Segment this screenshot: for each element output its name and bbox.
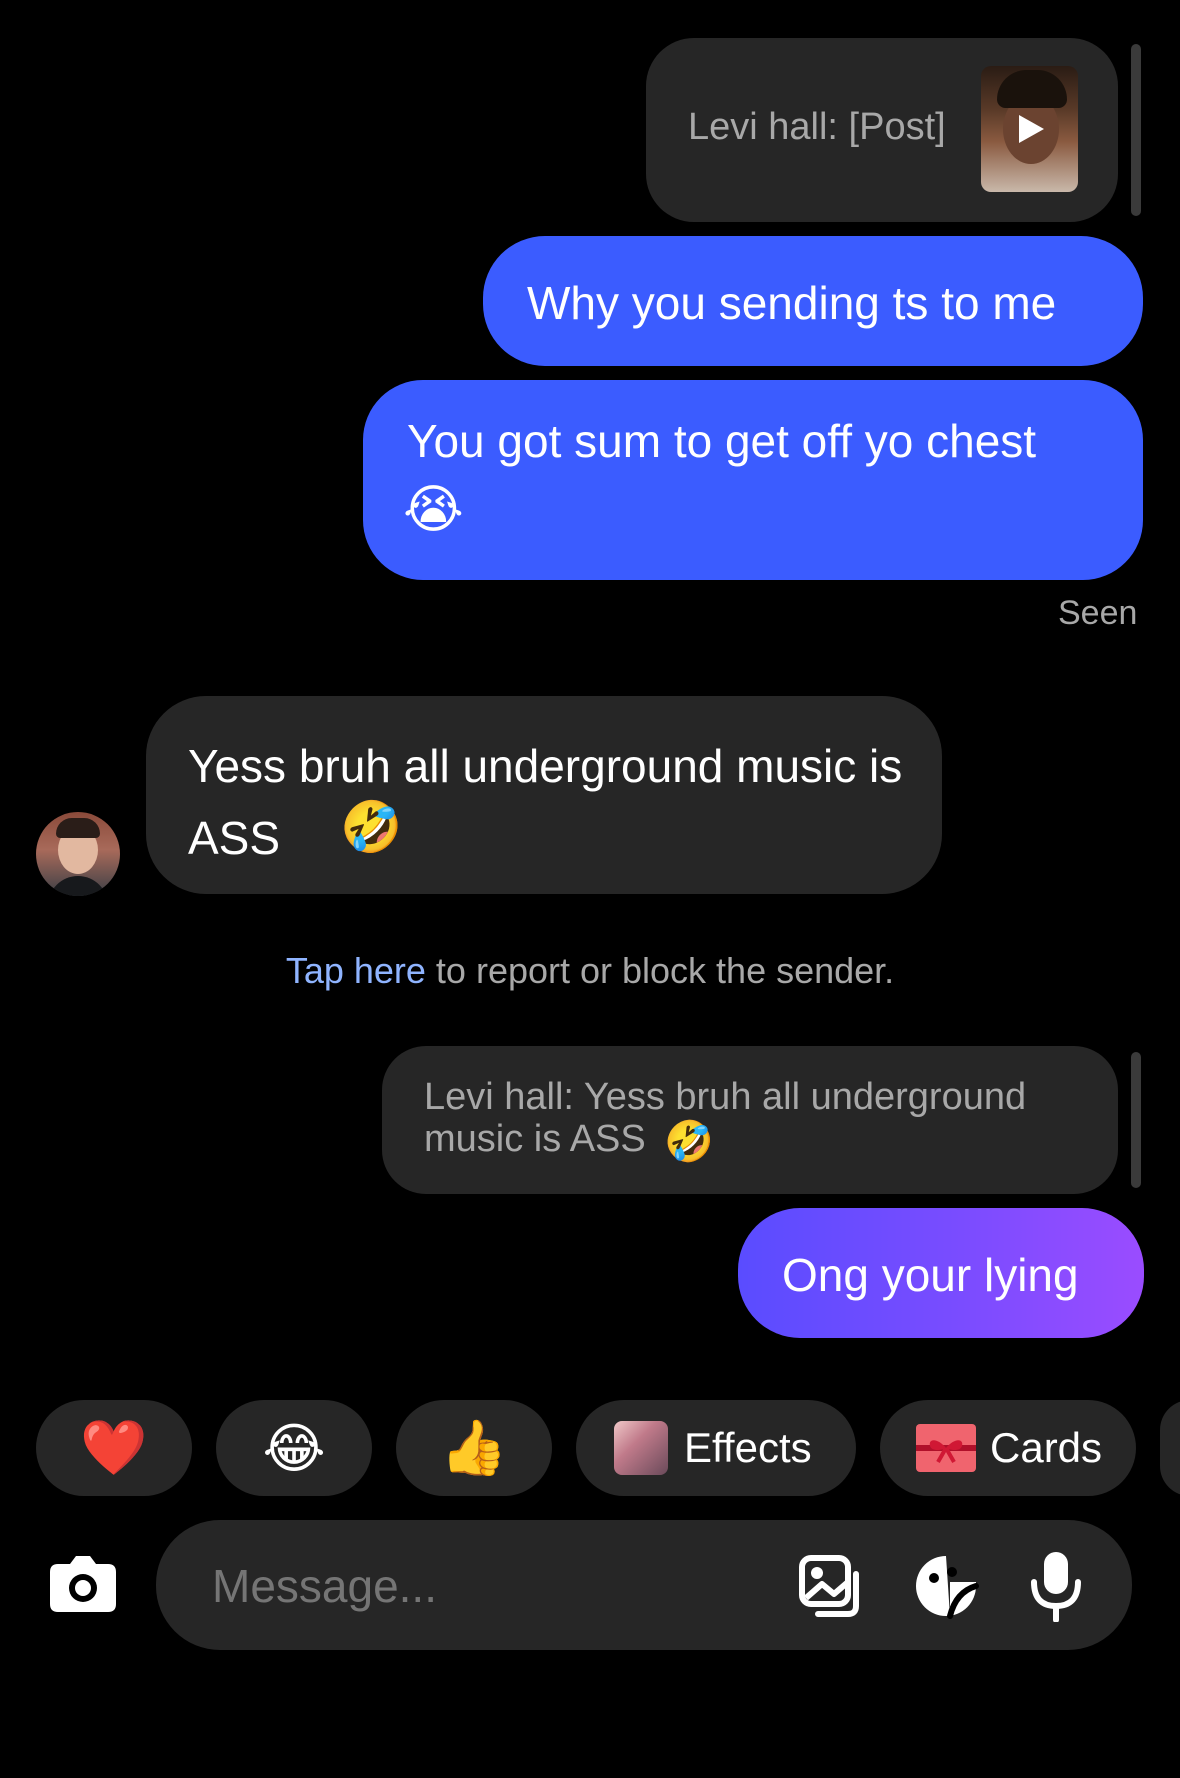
gallery-button[interactable] <box>798 1554 864 1620</box>
gallery-icon <box>799 1555 859 1617</box>
incoming-message-bubble[interactable]: Yess bruh all underground music is ASS 🤣 <box>146 696 942 894</box>
laugh-reaction-button[interactable]: 😂 <box>216 1400 372 1496</box>
sent-message-bubble[interactable]: You got sum to get off yo chest 😭 <box>363 380 1143 580</box>
avatar-hair <box>56 818 100 838</box>
camera-icon <box>50 1556 116 1612</box>
reply-preview-post[interactable]: Levi hall: [Post] <box>646 38 1118 222</box>
rofl-emoji: 🤣 <box>664 1119 714 1165</box>
reply-indicator-bar <box>1131 44 1141 216</box>
thumbnail-hair <box>997 70 1067 108</box>
more-chip-partial[interactable] <box>1160 1400 1180 1496</box>
microphone-icon <box>1031 1552 1081 1623</box>
avatar-shirt <box>48 876 108 896</box>
rofl-emoji: 🤣 <box>340 798 403 856</box>
reply-indicator-bar <box>1131 1052 1141 1188</box>
crying-emoji: 😭 <box>403 480 464 540</box>
sent-message-bubble[interactable]: Why you sending ts to me <box>483 236 1143 366</box>
effects-button[interactable]: Effects <box>576 1400 856 1496</box>
laughing-emoji-icon: 😂 <box>262 1416 326 1480</box>
effects-thumbnail-icon <box>614 1421 668 1475</box>
message-text: Why you sending ts to me <box>527 277 1057 329</box>
heart-reaction-button[interactable]: ❤️ <box>36 1400 192 1496</box>
tap-here-link[interactable]: Tap here <box>286 950 426 991</box>
report-notice-text: to report or block the sender. <box>425 950 895 991</box>
message-text: Yess bruh all underground music is ASS <box>188 740 903 864</box>
message-input-bar[interactable] <box>156 1520 1132 1650</box>
sent-message-bubble[interactable]: Ong your lying <box>738 1208 1144 1338</box>
reply-preview-text: Levi hall: [Post] <box>688 106 946 148</box>
sticker-button[interactable] <box>912 1552 980 1620</box>
thumbs-up-reaction-button[interactable]: 👍 <box>396 1400 552 1496</box>
message-text: You got sum to get off yo chest <box>407 415 1037 467</box>
cards-button[interactable]: Cards <box>880 1400 1136 1496</box>
reply-preview-message[interactable]: Levi hall: Yess bruh all underground mus… <box>382 1046 1118 1194</box>
microphone-button[interactable] <box>1028 1550 1084 1623</box>
sender-avatar[interactable] <box>36 812 120 896</box>
message-text: Ong your lying <box>782 1249 1079 1301</box>
heart-icon: ❤️ <box>80 1416 148 1479</box>
cards-gift-icon <box>916 1424 976 1472</box>
report-notice: Tap here to report or block the sender. <box>0 950 1180 992</box>
thumbs-up-icon: 👍 <box>440 1416 508 1479</box>
post-thumbnail[interactable] <box>981 66 1078 192</box>
effects-label: Effects <box>684 1424 812 1471</box>
play-icon <box>1019 115 1044 143</box>
camera-button[interactable] <box>48 1552 118 1614</box>
sticker-icon <box>916 1556 979 1619</box>
message-input[interactable] <box>210 1550 774 1622</box>
cards-label: Cards <box>990 1424 1103 1471</box>
seen-status: Seen <box>1058 594 1138 632</box>
reply-preview-text: Levi hall: Yess bruh all underground mus… <box>424 1076 1027 1160</box>
